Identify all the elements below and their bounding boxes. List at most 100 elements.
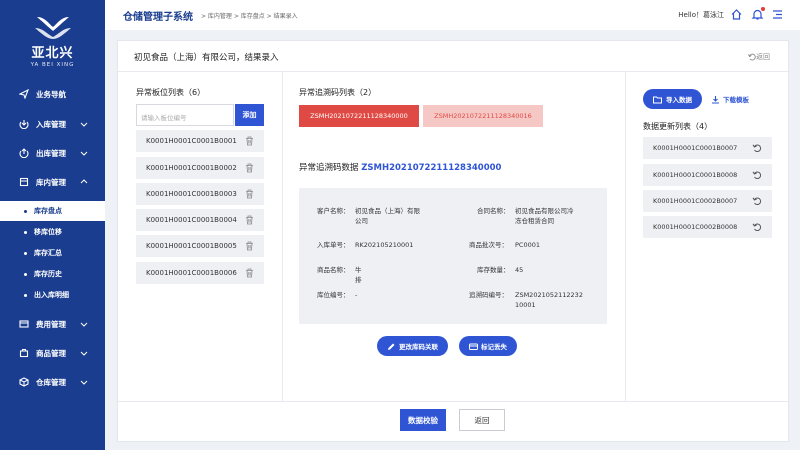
location-code: K0001H0001C0001B0002 — [146, 164, 237, 172]
field-value: - — [355, 291, 358, 299]
field-value: 初见食品有限公司冷 冻仓租赁合同 — [515, 206, 595, 226]
update-item: K0001H0001C0002B0008 — [643, 216, 772, 238]
trash-icon[interactable] — [245, 241, 254, 251]
field-label: 入库单号： — [317, 241, 350, 249]
logo-subtitle: YA BEI XING — [30, 62, 75, 68]
location-item: K0001H0001C0001B0005 — [136, 235, 264, 257]
change-link-button[interactable]: 更改库码关联 — [377, 336, 448, 356]
sidebar-item-warehouse[interactable]: 库内管理 — [0, 172, 105, 192]
goods-field: 商品名称： 牛排 — [317, 265, 362, 284]
sidebar-item-outbound[interactable]: 出库管理 — [0, 143, 105, 163]
trace-list-title: 异常追溯码列表（2） — [299, 88, 377, 97]
field-value: RK202105210001 — [355, 241, 414, 249]
trash-icon[interactable] — [245, 163, 254, 173]
field-label: 合同名称： — [477, 207, 510, 215]
sidebar-item-label: 出库管理 — [36, 148, 66, 158]
chevron-down-icon — [80, 322, 88, 327]
sidebar-subitem-inventory-history[interactable]: 库存历史 — [0, 264, 105, 284]
download-template-link[interactable]: 下载模板 — [711, 94, 749, 104]
footer-back-button[interactable]: 返回 — [459, 409, 505, 431]
chevron-up-icon — [80, 179, 88, 184]
outbound-icon — [18, 147, 30, 159]
sidebar-item-label: 业务导航 — [36, 89, 66, 99]
field-label: 客户名称： — [317, 207, 350, 215]
undo-icon[interactable] — [752, 196, 762, 206]
sidebar-item-goods[interactable]: 商品管理 — [0, 343, 105, 363]
bullet-icon — [24, 230, 27, 234]
sidebar-item-label: 商品管理 — [36, 348, 66, 358]
main-card: 初见食品（上海）有限公司，结果录入 返回 异常板位列表（6） 请输入板位编号 添… — [117, 40, 790, 442]
chevron-down-icon — [80, 380, 88, 385]
fee-icon — [18, 318, 30, 330]
trace-detail-code: ZSMH2021072211128340000 — [361, 163, 502, 173]
location-item: K0001H0001C0001B0006 — [136, 262, 264, 284]
location-field: 库位编号： - — [317, 290, 357, 300]
warehouse-icon — [18, 176, 30, 188]
contract-value-line: 冻仓租赁合同 — [515, 217, 554, 225]
sidebar-item-fees[interactable]: 费用管理 — [0, 314, 105, 334]
location-code: K0001H0001C0001B0004 — [146, 216, 237, 224]
location-code: K0001H0001C0001B0005 — [146, 242, 237, 250]
sidebar-item-inbound[interactable]: 入库管理 — [0, 114, 105, 134]
sidebar: 亚北兴 YA BEI XING 业务导航 入库管理 出库管理 库内管理 库存盘点… — [0, 0, 105, 450]
download-icon — [712, 95, 719, 104]
logo-text: 亚北兴 — [31, 46, 74, 61]
field-value: ZSM2021052112232 10001 — [515, 290, 595, 310]
field-label: 商品名称： — [317, 266, 350, 274]
update-code: K0001H0001C0002B0007 — [653, 197, 738, 205]
back-link[interactable]: 返回 — [748, 52, 770, 62]
sidebar-subitem-io-detail[interactable]: 出入库明细 — [0, 285, 105, 305]
location-input[interactable]: 请输入板位编号 — [136, 104, 234, 126]
page-title: 初见食品（上海）有限公司，结果录入 — [134, 53, 279, 63]
chevron-down-icon — [80, 351, 88, 356]
mark-lost-label: 标记丢失 — [481, 343, 507, 351]
header: 仓储管理子系统 > 库内管理 > 库存盘点 > 结果录入 Hello！葛泳江 — [105, 0, 800, 30]
sidebar-subitem-inventory-check[interactable]: 库存盘点 — [0, 201, 105, 221]
update-code: K0001H0001C0001B0008 — [653, 171, 738, 179]
trace-code-tab-active[interactable]: ZSMH2021072211128340000 — [299, 105, 419, 127]
customer-value-line: 公司 — [355, 217, 368, 225]
trash-icon[interactable] — [245, 189, 254, 199]
trash-icon[interactable] — [245, 215, 254, 225]
import-data-button[interactable]: 导入数据 — [643, 89, 702, 109]
trace-info-panel: 客户名称： 初见食品（上海）有限 公司 合同名称： 初见食品有限公司冷 冻仓租赁合同… — [299, 188, 607, 324]
column-divider — [625, 71, 626, 401]
sidebar-item-navigation[interactable]: 业务导航 — [0, 84, 105, 104]
trash-icon[interactable] — [245, 268, 254, 278]
sidebar-subitem-inventory-summary[interactable]: 库存汇总 — [0, 243, 105, 263]
user-greeting[interactable]: Hello！葛泳江 — [678, 10, 724, 20]
sidebar-subitem-relocation[interactable]: 移库位移 — [0, 222, 105, 242]
undo-icon[interactable] — [752, 143, 762, 153]
column-divider — [282, 71, 283, 401]
notification-icon[interactable] — [751, 7, 765, 21]
undo-icon[interactable] — [752, 222, 762, 232]
folder-icon — [653, 96, 662, 103]
location-item: K0001H0001C0001B0003 — [136, 183, 264, 205]
verify-data-button[interactable]: 数据校验 — [400, 409, 446, 431]
undo-icon[interactable] — [752, 170, 762, 180]
customer-value-line: 初见食品（上海）有限 — [355, 207, 420, 215]
add-location-button[interactable]: 添加 — [235, 104, 264, 126]
location-list-title: 异常板位列表（6） — [136, 88, 206, 97]
app-title: 仓储管理子系统 — [123, 11, 193, 23]
download-template-label: 下载模板 — [723, 96, 749, 104]
header-divider — [118, 71, 790, 72]
trash-icon[interactable] — [245, 136, 254, 146]
back-link-label: 返回 — [756, 53, 770, 61]
undo-icon — [748, 53, 756, 61]
contract-field: 合同名称： 初见食品有限公司冷 冻仓租赁合同 — [477, 206, 574, 225]
mark-lost-button[interactable]: 标记丢失 — [459, 336, 517, 356]
trace-code-tab[interactable]: ZSMH2021072211128340016 — [423, 105, 543, 127]
home-icon[interactable] — [730, 8, 743, 21]
footer-divider — [118, 401, 790, 402]
menu-icon[interactable] — [771, 8, 784, 21]
field-label: 库位编号： — [317, 291, 350, 299]
location-code: K0001H0001C0001B0003 — [146, 190, 237, 198]
location-item: K0001H0001C0001B0004 — [136, 209, 264, 231]
sidebar-item-label: 费用管理 — [36, 319, 66, 329]
trace-value-line: 10001 — [515, 301, 536, 309]
field-value: 牛排 — [355, 266, 362, 284]
location-item: K0001H0001C0001B0002 — [136, 157, 264, 179]
sidebar-item-storage[interactable]: 仓库管理 — [0, 372, 105, 392]
sidebar-subitem-label: 出入库明细 — [34, 291, 69, 299]
